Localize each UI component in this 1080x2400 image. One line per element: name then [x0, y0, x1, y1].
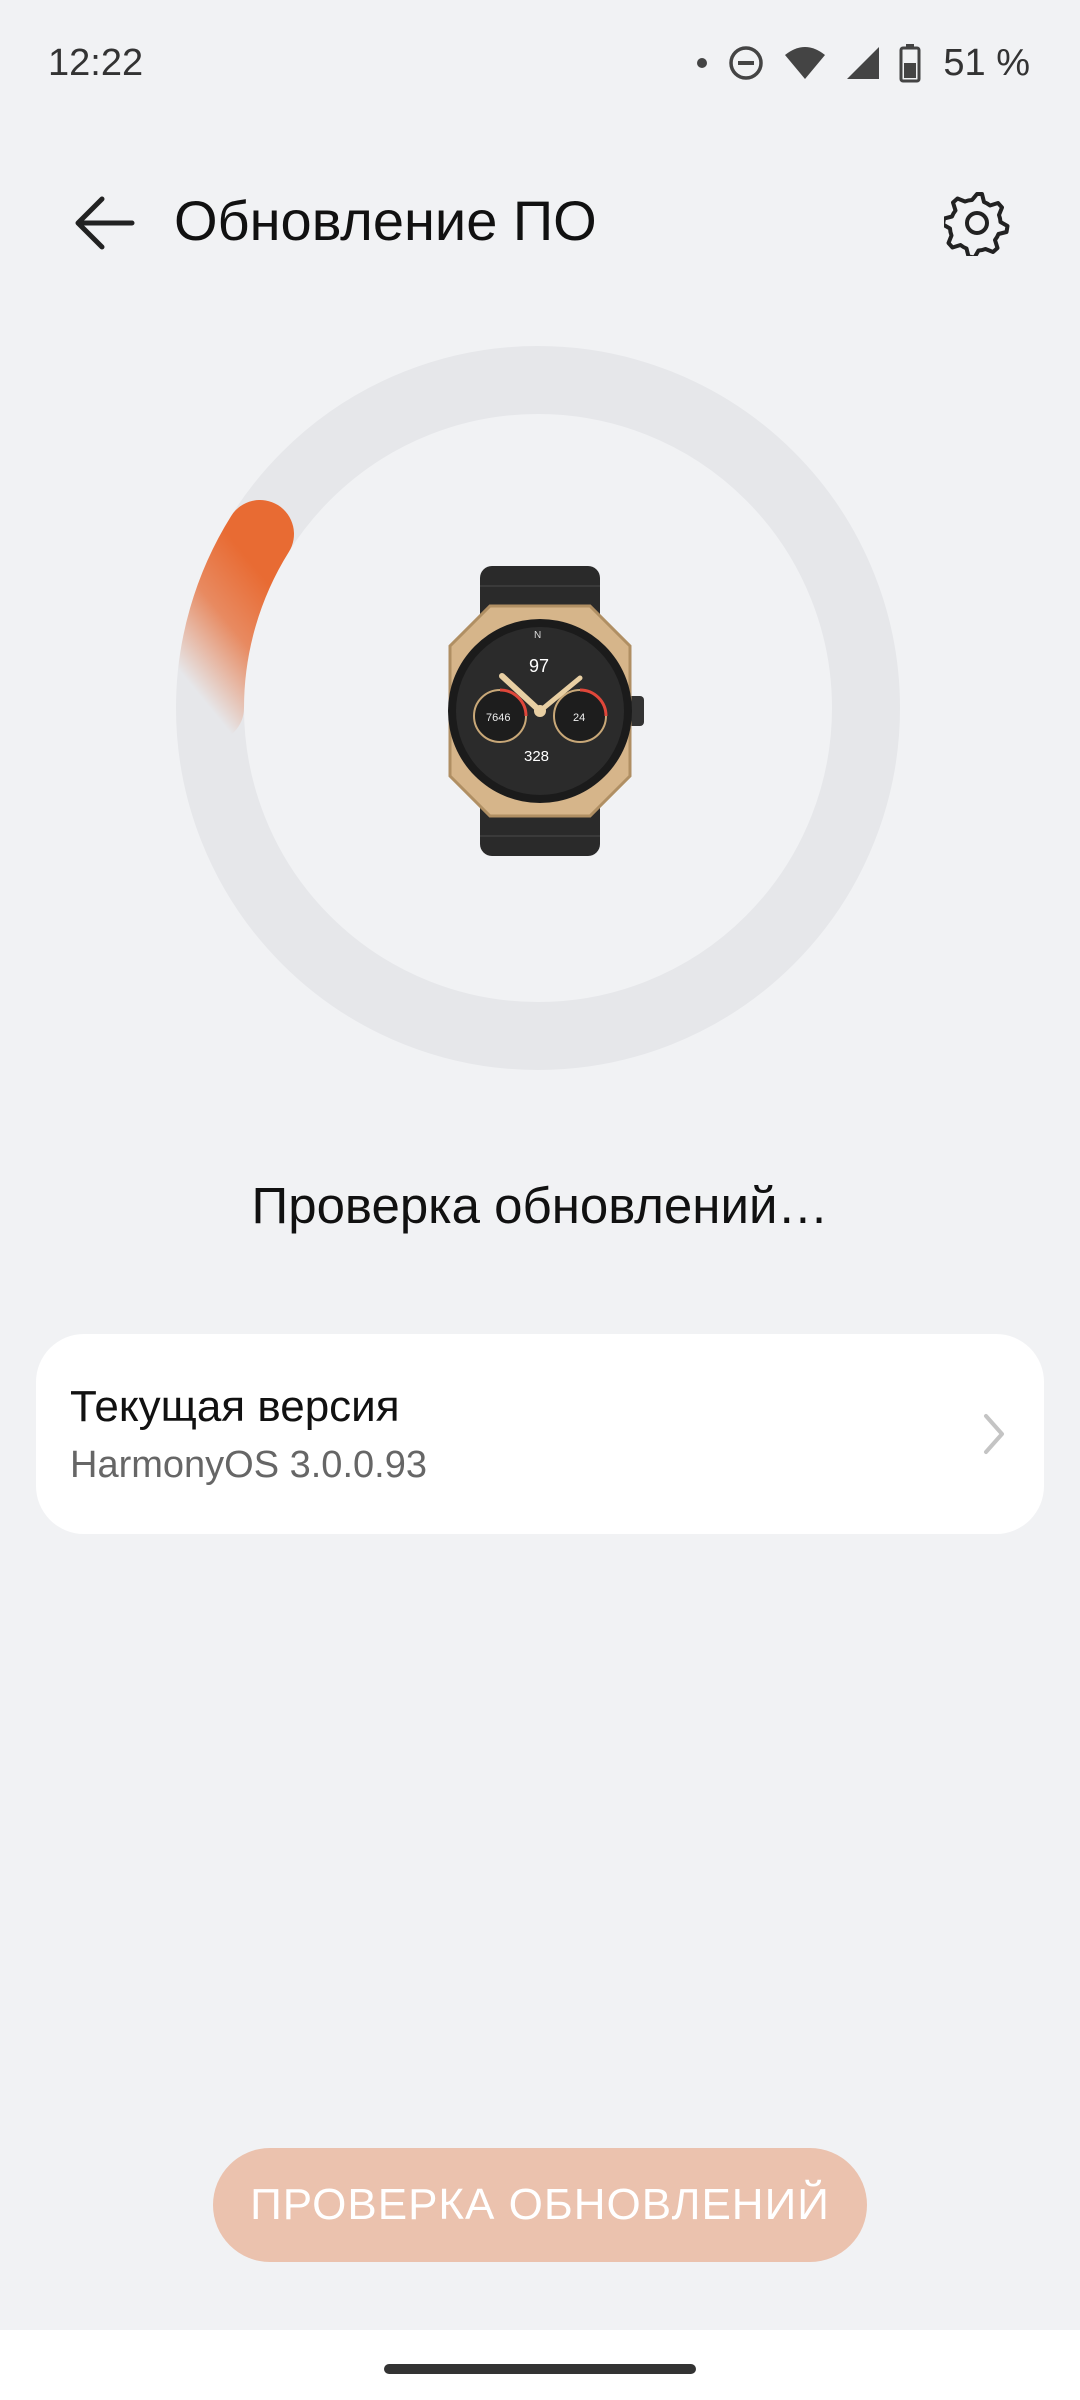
update-status-text: Проверка обновлений… — [251, 1177, 829, 1234]
notification-dot-icon — [695, 56, 709, 70]
svg-text:N: N — [534, 630, 541, 641]
app-bar: Обновление ПО — [0, 150, 1080, 290]
battery-icon — [899, 43, 921, 83]
current-version-card[interactable]: Текущая версия HarmonyOS 3.0.0.93 — [36, 1334, 1044, 1534]
back-button[interactable] — [62, 180, 148, 266]
status-bar: 12:22 51 % — [0, 0, 1080, 130]
do-not-disturb-icon — [727, 44, 765, 82]
settings-button[interactable] — [934, 180, 1020, 266]
check-updates-button[interactable]: ПРОВЕРКА ОБНОВЛЕНИЙ — [213, 2148, 867, 2262]
watch-left-dial: 7646 — [486, 712, 510, 724]
watch-center-number: 328 — [524, 748, 549, 765]
page-title: Обновление ПО — [174, 189, 597, 252]
wifi-icon — [783, 45, 827, 81]
watch-top-number: 97 — [529, 656, 549, 676]
chevron-right-icon — [984, 1414, 1004, 1454]
current-version-label: Текущая версия — [70, 1382, 400, 1431]
progress-indicator — [176, 500, 294, 742]
battery-percent: 51 % — [943, 41, 1030, 84]
home-indicator[interactable] — [384, 2364, 696, 2374]
gear-icon — [944, 192, 1010, 256]
current-version-value: HarmonyOS 3.0.0.93 — [70, 1444, 427, 1486]
navigation-bar — [0, 2330, 1080, 2400]
status-icons: 51 % — [695, 38, 1030, 88]
arrow-left-icon — [75, 196, 135, 250]
smartwatch-image: N 7646 24 97 328 — [430, 566, 650, 856]
status-time: 12:22 — [48, 42, 144, 84]
cellular-signal-icon — [845, 45, 881, 81]
watch-right-dial: 24 — [573, 712, 585, 724]
